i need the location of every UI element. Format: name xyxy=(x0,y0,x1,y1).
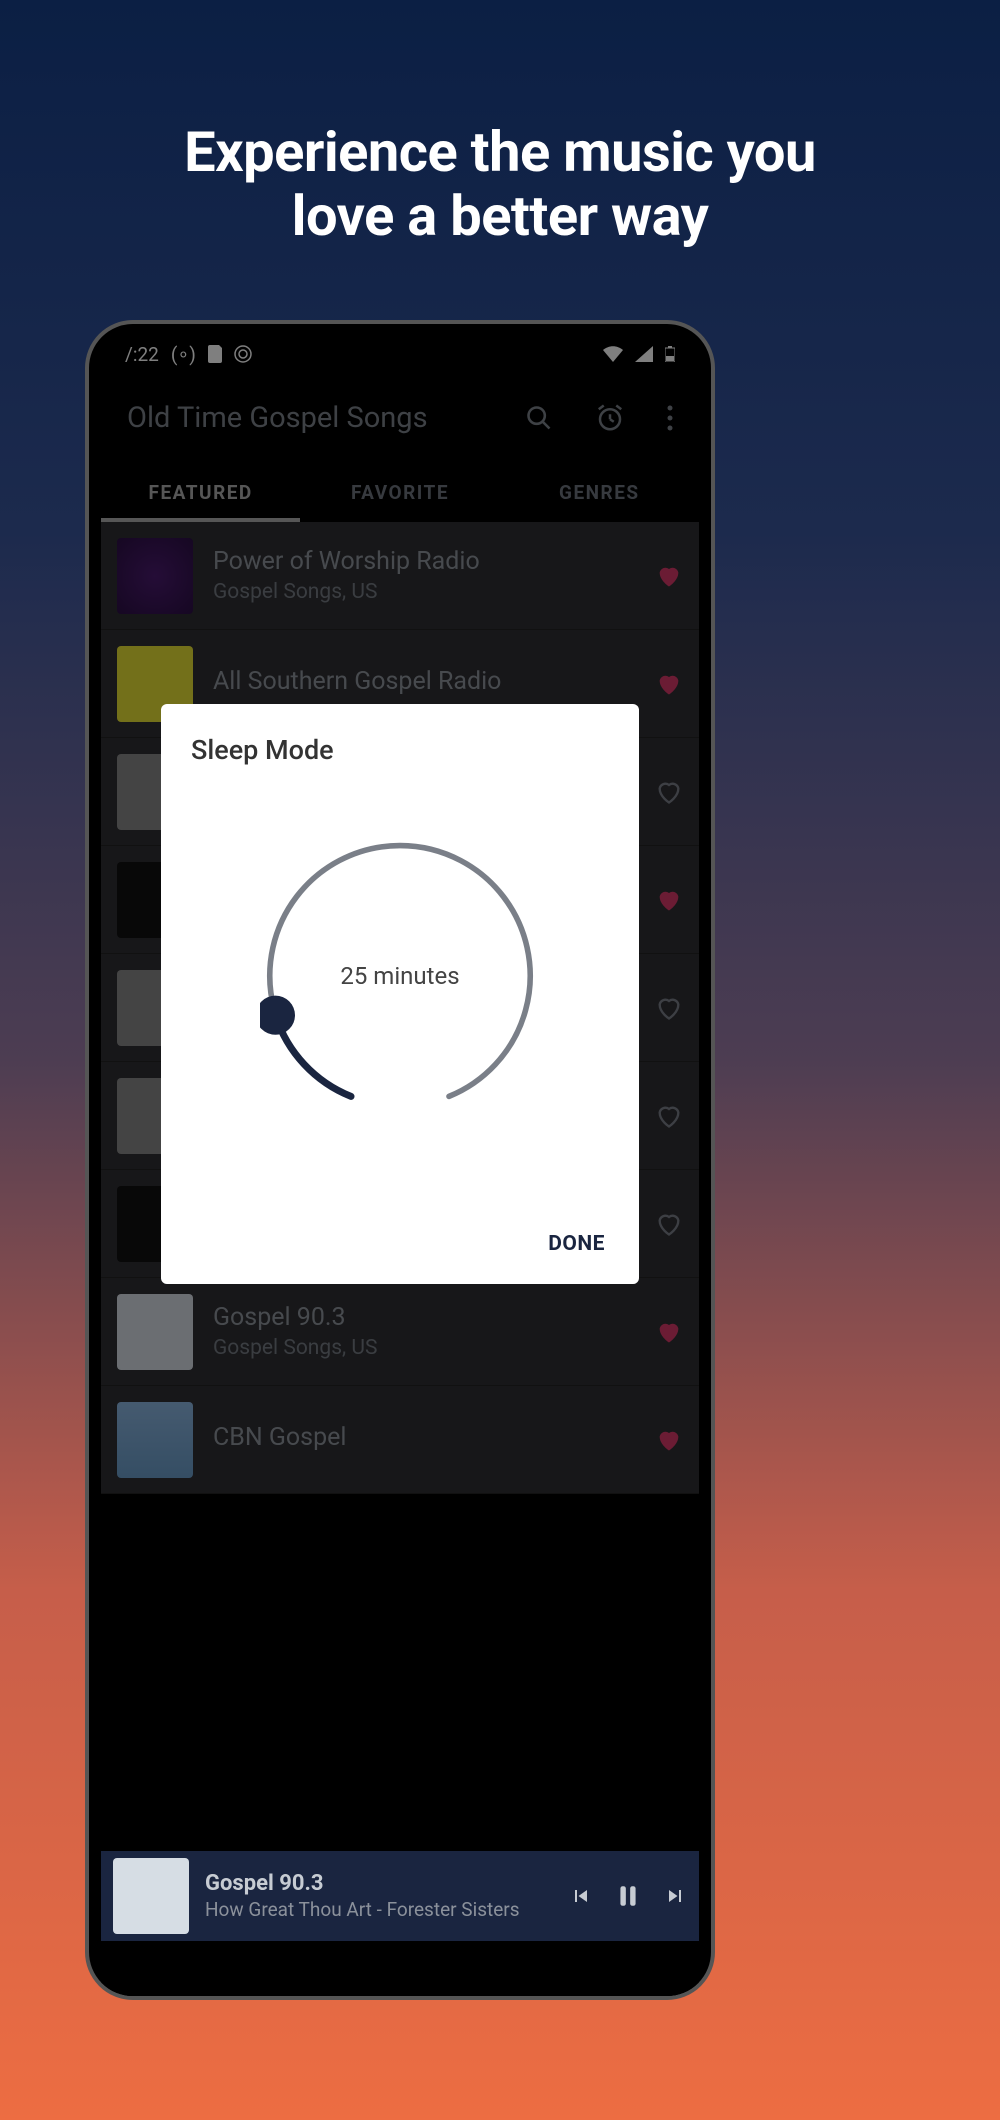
dialog-title: Sleep Mode xyxy=(191,734,609,766)
now-playing-title: Gospel 90.3 xyxy=(205,1871,569,1896)
now-playing-bar[interactable]: Gospel 90.3 How Great Thou Art - Foreste… xyxy=(101,1851,699,1941)
now-playing-subtitle: How Great Thou Art - Forester Sisters xyxy=(205,1898,569,1921)
skip-previous-icon[interactable] xyxy=(569,1884,593,1908)
phone-mockup: /:22 (∘) xyxy=(85,320,715,2000)
android-nav-bar xyxy=(101,1941,699,1996)
promo-title: Experience the music youlove a better wa… xyxy=(0,120,1000,249)
now-playing-artwork xyxy=(113,1858,189,1934)
pause-icon[interactable] xyxy=(615,1881,641,1911)
sleep-mode-dialog: Sleep Mode 25 minutes DONE xyxy=(161,704,639,1284)
timer-value-label: 25 minutes xyxy=(340,962,459,990)
done-button[interactable]: DONE xyxy=(548,1232,605,1256)
skip-next-icon[interactable] xyxy=(663,1884,687,1908)
timer-dial[interactable]: 25 minutes xyxy=(191,766,609,1186)
